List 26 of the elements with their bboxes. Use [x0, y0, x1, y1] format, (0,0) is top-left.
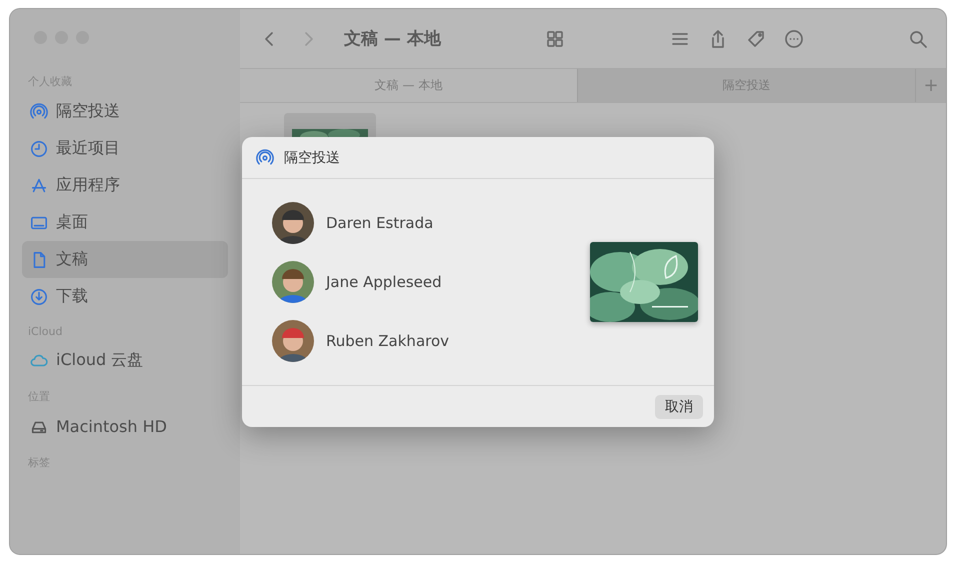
download-icon: [30, 288, 48, 306]
recipient-name[interactable]: Jane Appleseed: [326, 273, 442, 291]
sidebar-item[interactable]: 隔空投送: [22, 93, 228, 130]
sidebar-item[interactable]: 下载: [22, 278, 228, 315]
sidebar-item[interactable]: 应用程序: [22, 167, 228, 204]
avatar-icon: [272, 261, 314, 303]
sidebar-item[interactable]: 文稿: [22, 241, 228, 278]
sidebar-item[interactable]: Macintosh HD: [22, 408, 228, 445]
app-store-icon: [30, 176, 48, 194]
window-title: 文稿 — 本地: [344, 28, 441, 50]
airdrop-icon: [30, 102, 48, 120]
sidebar-item[interactable]: 桌面: [22, 204, 228, 241]
recipient-name[interactable]: Daren Estrada: [326, 214, 434, 232]
grid-view-icon: [545, 28, 566, 48]
avatar-icon: [272, 202, 314, 244]
cancel-button[interactable]: 取消: [655, 394, 703, 418]
sidebar-item[interactable]: 最近项目: [22, 130, 228, 167]
recipient-name[interactable]: Ruben Zakharov: [326, 332, 450, 350]
clock-icon: [30, 140, 48, 158]
tag-icon: [746, 28, 766, 48]
sidebar-item[interactable]: iCloud 云盘: [22, 342, 228, 379]
avatar-icon: [272, 320, 314, 362]
search-icon: [908, 28, 928, 48]
more-icon: [784, 28, 804, 48]
dialog-title: 隔空投送: [284, 148, 340, 166]
airdrop-icon: [256, 148, 274, 166]
